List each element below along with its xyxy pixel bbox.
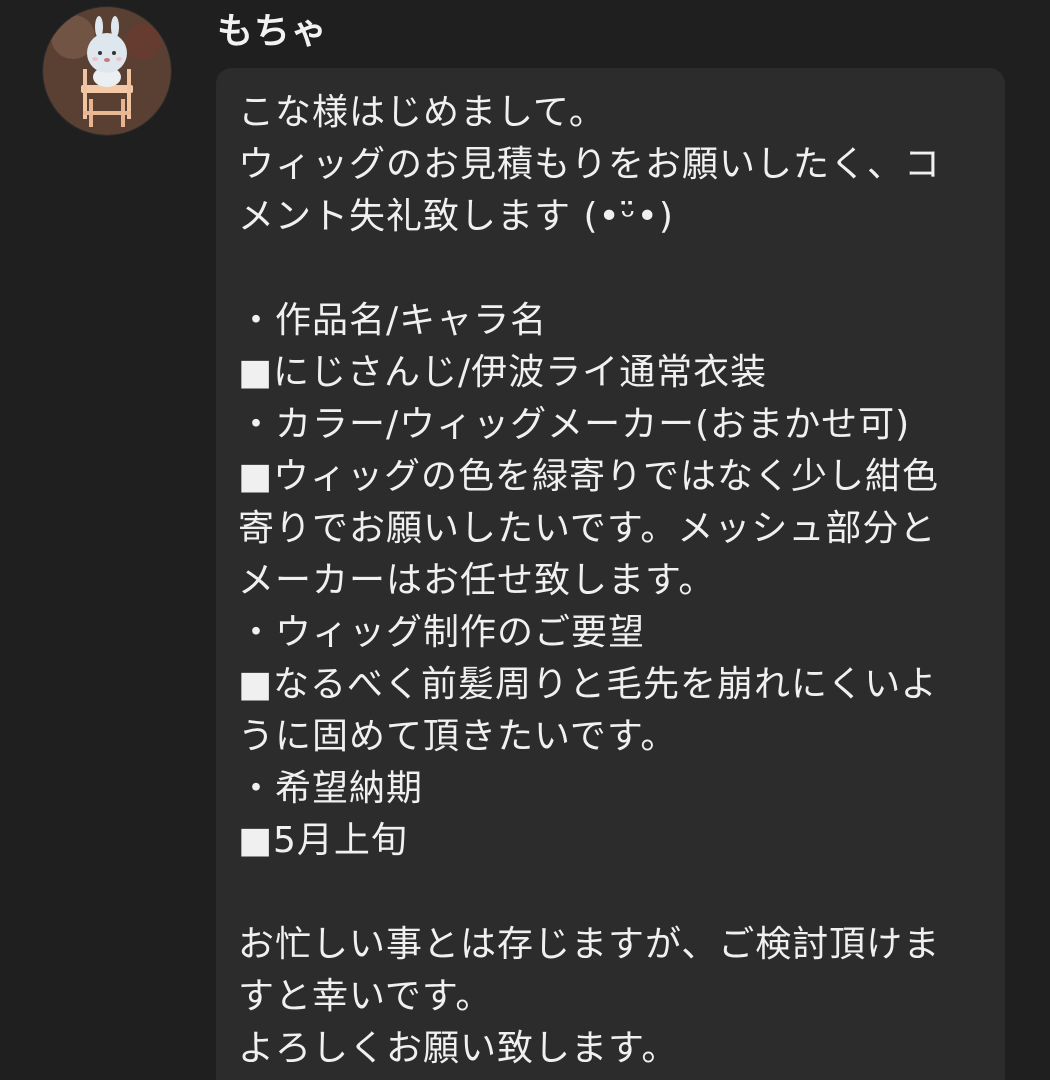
message-line: ウィッグのお見積もりをお願いしたく、コ (238, 144, 942, 185)
message-line: こな様はじめまして。 (238, 92, 606, 133)
message-line: ・作品名/キャラ名 (238, 300, 548, 341)
message-line: すと幸いです。 (238, 976, 493, 1017)
message-line: メント失礼致します (•ᵕ̈•) (238, 196, 674, 237)
message-line: ・希望納期 (238, 768, 424, 809)
message-line (238, 243, 978, 295)
comment-screen: もちゃ こな様はじめまして。 ウィッグのお見積もりをお願いしたく、コ メント失礼… (0, 0, 1050, 1080)
message-line: ・ウィッグ制作のご要望 (238, 612, 646, 653)
message-line: よろしくお願い致します。 (238, 1028, 679, 1069)
message-line: 寄りでお願いしたいです。メッシュ部分と (238, 508, 937, 549)
message-line: うに固めて頂きたいです。 (238, 716, 678, 757)
message-line: ■5月上旬 (238, 820, 408, 861)
comment-message: こな様はじめまして。 ウィッグのお見積もりをお願いしたく、コ メント失礼致します… (238, 87, 978, 1075)
message-line: ■なるべく前髪周りと毛先を崩れにくいよ (238, 664, 938, 705)
message-line: お忙しい事とは存じますが、ご検討頂けま (238, 924, 941, 965)
comment-author-name[interactable]: もちゃ (217, 6, 328, 58)
message-line (238, 867, 978, 919)
avatar[interactable] (43, 7, 171, 135)
message-line: ・カラー/ウィッグメーカー(おまかせ可) (238, 404, 911, 445)
message-line: ■にじさんじ/伊波ライ通常衣装 (238, 352, 768, 393)
character-figure-icon (43, 7, 171, 135)
message-line: メーカーはお任せ致します。 (238, 560, 716, 601)
message-line: ■ウィッグの色を緑寄りではなく少し紺色 (238, 456, 940, 497)
